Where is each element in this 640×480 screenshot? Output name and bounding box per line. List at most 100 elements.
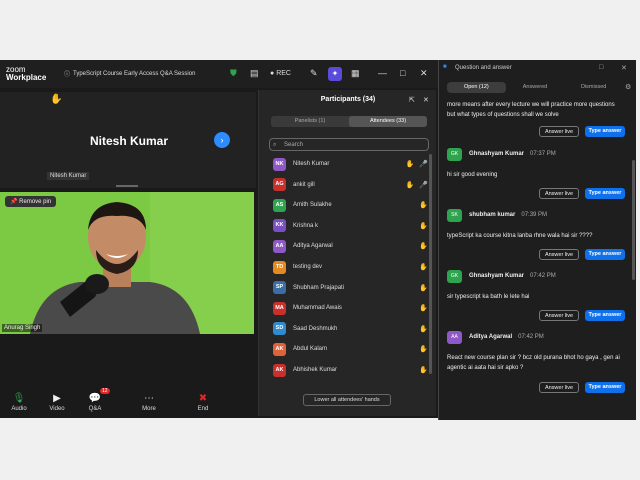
pin-icon: 📌 xyxy=(10,199,18,205)
search-icon: ⌕ xyxy=(273,142,277,148)
participant-row[interactable]: AS Amith Sulakhe ✋ xyxy=(273,195,428,215)
participant-name: Abhishek Kumar xyxy=(293,367,338,373)
participants-scrollbar[interactable] xyxy=(429,154,432,374)
participant-name: Shubham Prajapati xyxy=(293,284,345,291)
tab-panelists[interactable]: Panelists (1) xyxy=(271,116,349,127)
meeting-info[interactable]: ⓘ TypeScript Course Early Access Q&A Sess… xyxy=(64,69,196,79)
participant-tabs: Panelists (1) Attendees (33) xyxy=(271,116,427,127)
raised-hand-icon: ✋ xyxy=(50,94,63,105)
microphone-icon: 🎙 xyxy=(12,392,26,404)
layout-icon[interactable]: ▦ xyxy=(351,68,360,79)
avatar: SD xyxy=(273,322,286,336)
video-button[interactable]: ▶ Video xyxy=(38,386,76,418)
more-button[interactable]: ⋯ More xyxy=(114,386,184,418)
participant-row[interactable]: AK Abdul Kalam ✋ xyxy=(273,339,428,359)
video-area: ✋ Nitesh Kumar Nitesh Kumar › 📌 Remove p… xyxy=(0,88,256,388)
tab-open[interactable]: Open (12) xyxy=(447,82,506,93)
avatar: MA xyxy=(273,301,286,315)
answer-live-button[interactable]: Answer live xyxy=(539,382,579,393)
close-panel-icon[interactable]: ✕ xyxy=(423,96,429,104)
raised-hand-icon: ✋ xyxy=(405,181,415,189)
webcam-image xyxy=(0,192,254,334)
participant-name: Abdul Kalam xyxy=(293,346,328,353)
question-text: hi sir good evening xyxy=(447,172,498,178)
participant-row[interactable]: AG ankit gill ✋ 🎤 xyxy=(273,175,428,195)
answer-live-button[interactable]: Answer live xyxy=(539,188,579,199)
qa-button[interactable]: 💬 Q&A 12 xyxy=(76,386,114,418)
next-page-button[interactable]: › xyxy=(214,132,230,148)
raised-hand-icon: ✋ xyxy=(419,222,428,230)
participant-row[interactable]: SP Shubham Prajapati ✋ xyxy=(273,278,428,298)
participant-name: Aditya Agarwal xyxy=(293,243,333,250)
maximize-icon[interactable]: □ xyxy=(400,68,405,78)
question-text: typeScript ka course kitna lanba rhne wa… xyxy=(447,233,593,239)
popout-icon[interactable]: ⇱ xyxy=(409,96,415,104)
meeting-title: TypeScript Course Early Access Q&A Sessi… xyxy=(73,70,196,77)
maximize-icon[interactable]: □ xyxy=(599,64,603,71)
raised-hand-icon: ✋ xyxy=(419,367,428,374)
close-icon[interactable]: ✕ xyxy=(420,68,428,79)
tab-dismissed[interactable]: Dismissed xyxy=(564,82,623,93)
answer-live-button[interactable]: Answer live xyxy=(539,249,579,260)
record-button[interactable]: ● REC xyxy=(270,70,291,77)
participant-name: Krishna k xyxy=(293,222,319,229)
remove-pin-button[interactable]: 📌 Remove pin xyxy=(5,196,57,207)
avatar: NK xyxy=(273,157,286,171)
answer-live-button[interactable]: Answer live xyxy=(539,126,579,137)
audio-button[interactable]: 🎙 Audio xyxy=(0,386,38,418)
notes-icon[interactable]: ▤ xyxy=(250,68,259,79)
settings-icon[interactable]: ⚙ xyxy=(625,83,631,91)
minimize-icon[interactable]: — xyxy=(378,68,387,78)
type-answer-button[interactable]: Type answer xyxy=(585,188,625,199)
qa-window: ■ Question and answer □ ✕ Open (12) Answ… xyxy=(438,60,636,420)
participant-row[interactable]: MA Muhammad Awais ✋ xyxy=(273,298,428,318)
type-answer-button[interactable]: Type answer xyxy=(585,382,625,393)
participant-name: Saad Deshmukh xyxy=(293,325,338,332)
participant-row[interactable]: AA Aditya Agarwal ✋ xyxy=(273,236,428,256)
avatar: AA xyxy=(273,239,286,253)
asker-name: Ghnashyam Kumar 07:42 PM xyxy=(469,273,556,279)
zoom-logo: zoom Workplace xyxy=(6,65,47,82)
zoom-window: zoom Workplace ⓘ TypeScript Course Early A… xyxy=(0,60,438,418)
avatar: AG xyxy=(273,178,286,192)
question-time: 07:37 PM xyxy=(530,151,556,157)
camera-icon: ▶ xyxy=(53,392,61,404)
participant-row[interactable]: NK Nitesh Kumar ✋ 🎤 xyxy=(273,154,428,174)
ai-companion-icon[interactable]: ✦ xyxy=(328,67,342,81)
type-answer-button[interactable]: Type answer xyxy=(585,126,625,137)
video-tile[interactable]: 📌 Remove pin Anurag Singh xyxy=(0,192,254,334)
close-icon[interactable]: ✕ xyxy=(621,64,627,72)
type-answer-button[interactable]: Type answer xyxy=(585,249,625,260)
asker-name: shubham kumar 07:39 PM xyxy=(469,212,548,218)
asker-avatar: SK xyxy=(447,209,462,222)
answer-live-button[interactable]: Answer live xyxy=(539,310,579,321)
question-text: sir typescript ka bath le lete hai xyxy=(447,294,530,300)
participant-row[interactable]: KK Krishna k ✋ xyxy=(273,216,428,236)
participant-row[interactable]: TD testing dev ✋ xyxy=(273,257,428,277)
shield-icon[interactable]: ⛊ xyxy=(230,68,237,79)
qa-badge: 12 xyxy=(100,388,110,394)
question-time: 07:39 PM xyxy=(521,212,548,218)
tab-answered[interactable]: Answered xyxy=(506,82,565,93)
asker-name: Ghnashyam Kumar 07:37 PM xyxy=(469,151,556,157)
participant-row[interactable]: SD Saad Deshmukh ✋ xyxy=(273,319,428,339)
speaker-tile[interactable]: ✋ Nitesh Kumar Nitesh Kumar › xyxy=(0,92,256,188)
participant-row[interactable]: AK Abhishek Kumar ✋ xyxy=(273,360,428,380)
pencil-icon[interactable]: ✎ xyxy=(310,68,318,79)
raised-hand-icon: ✋ xyxy=(419,346,428,354)
drag-handle[interactable] xyxy=(116,185,138,187)
tab-attendees[interactable]: Attendees (33) xyxy=(349,116,427,127)
question-text: React new course plan sir ? bcz old pura… xyxy=(447,355,620,371)
search-input[interactable]: ⌕ Search xyxy=(269,138,429,151)
qa-scrollbar[interactable] xyxy=(632,160,635,280)
lower-hands-button[interactable]: Lower all attendees' hands xyxy=(303,394,391,406)
avatar: AK xyxy=(273,363,286,377)
asker-name: Aditya Agarwal 07:42 PM xyxy=(469,334,544,340)
avatar: AK xyxy=(273,342,286,356)
participant-name: ankit gill xyxy=(293,181,315,188)
end-button[interactable]: ✖ End xyxy=(184,386,222,418)
tile-label: Nitesh Kumar xyxy=(47,172,90,180)
question-text: more means after every lecture we will p… xyxy=(447,102,615,118)
type-answer-button[interactable]: Type answer xyxy=(585,310,625,321)
raised-hand-icon: ✋ xyxy=(419,202,428,210)
